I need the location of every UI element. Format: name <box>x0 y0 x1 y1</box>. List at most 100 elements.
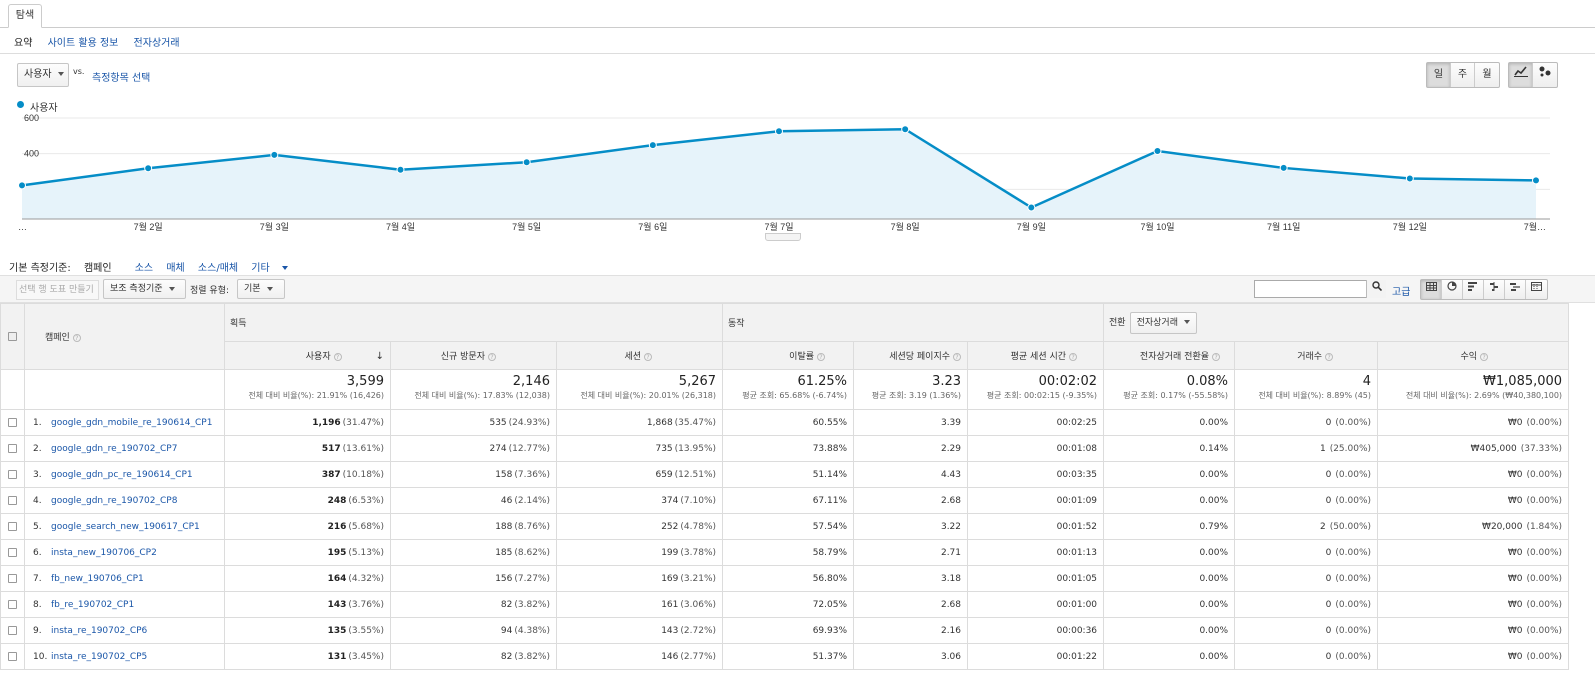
help-icon[interactable]: ? <box>1069 352 1078 361</box>
row-index: 3. <box>33 469 42 480</box>
sort-type-dropdown[interactable]: 기본 <box>237 279 285 299</box>
dimension-option-other[interactable]: 기타 <box>251 263 297 274</box>
bounce-rate-cell: 69.93% <box>722 617 855 644</box>
row-index: 4. <box>33 495 42 506</box>
column-header-new-users[interactable]: 신규 방문자? <box>390 341 557 370</box>
dimension-option-medium[interactable]: 매체 <box>166 263 184 274</box>
campaign-link[interactable]: insta_new_190706_CP2 <box>51 548 157 558</box>
plot-rows-button[interactable]: 선택 행 도표 만들기 <box>16 280 99 300</box>
row-checkbox[interactable] <box>8 521 17 531</box>
secondary-dimension-dropdown[interactable]: 보조 측정기준 <box>103 279 186 299</box>
row-checkbox[interactable] <box>8 469 17 479</box>
campaign-link[interactable]: google_search_new_190617_CP1 <box>51 522 200 532</box>
period-week-button[interactable]: 주 <box>1451 63 1475 87</box>
select-all-checkbox[interactable] <box>8 331 17 341</box>
chart-point <box>396 165 405 174</box>
help-icon[interactable]: ? <box>333 352 342 361</box>
table-view-button-group <box>1420 279 1548 300</box>
chart-point <box>1532 176 1540 185</box>
chart-resize-handle[interactable] <box>765 233 801 241</box>
chevron-down-icon <box>168 286 175 291</box>
bounce-rate-cell: 56.80% <box>722 565 855 592</box>
help-icon[interactable]: ? <box>817 352 826 361</box>
column-header-users[interactable]: 사용자? ↓ <box>224 341 391 370</box>
campaign-link[interactable]: google_gdn_re_190702_CP8 <box>51 496 177 506</box>
new-users-cell: 535 (24.93%) <box>390 409 557 436</box>
row-checkbox[interactable] <box>8 651 17 661</box>
column-header-ecommerce-conversion-rate[interactable]: 전자상거래 전환율? <box>1103 341 1236 370</box>
period-month-button[interactable]: 월 <box>1475 63 1499 87</box>
column-header-revenue[interactable]: 수익? <box>1377 341 1570 370</box>
column-header-pages-per-session[interactable]: 세션당 페이지수? <box>853 341 969 370</box>
period-day-button[interactable]: 일 <box>1427 63 1451 87</box>
comparison-view-icon[interactable] <box>1484 280 1505 299</box>
subtab-ecommerce[interactable]: 전자상거래 <box>134 38 180 49</box>
campaign-cell: 9. insta_re_190702_CP6 <box>24 617 225 644</box>
x-tick-label: … <box>18 222 27 232</box>
pages-per-session-cell: 3.22 <box>853 513 969 540</box>
advanced-filter-link[interactable]: 고급 <box>1392 283 1410 298</box>
dimension-header[interactable]: 캠페인? <box>24 303 225 370</box>
campaign-link[interactable]: google_gdn_mobile_re_190614_CP1 <box>51 418 212 428</box>
help-icon[interactable]: ? <box>1480 352 1489 361</box>
dimension-option-source[interactable]: 소스 <box>135 263 153 274</box>
column-header-transactions[interactable]: 거래수? <box>1234 341 1379 370</box>
pie-chart-view-icon[interactable] <box>1442 280 1463 299</box>
total-pages-per-session: 3.23 평균 조회: 3.19 (1.36%) <box>853 369 969 410</box>
sessions-cell: 199 (3.78%) <box>555 539 724 566</box>
pages-per-session-cell: 2.68 <box>853 591 969 618</box>
data-table-view-icon[interactable] <box>1421 280 1442 299</box>
row-checkbox[interactable] <box>8 443 17 453</box>
subtab-summary[interactable]: 요약 <box>14 38 32 49</box>
avg-session-duration-cell: 00:01:08 <box>967 435 1105 462</box>
term-cloud-view-icon[interactable] <box>1505 280 1526 299</box>
users-cell: 135 (3.55%) <box>224 617 391 644</box>
row-checkbox[interactable] <box>8 495 17 505</box>
new-users-cell: 82 (3.82%) <box>390 591 557 618</box>
motion-chart-icon[interactable] <box>1533 63 1557 87</box>
column-header-sessions[interactable]: 세션? <box>555 341 724 370</box>
users-cell: 1,196 (31.47%) <box>224 409 391 436</box>
row-checkbox[interactable] <box>8 599 17 609</box>
column-header-bounce-rate[interactable]: 이탈률? <box>722 341 855 370</box>
line-chart-icon[interactable] <box>1509 63 1533 87</box>
dimension-option-source-medium[interactable]: 소스/매체 <box>198 263 238 274</box>
help-icon[interactable]: ? <box>953 352 962 361</box>
performance-view-icon[interactable] <box>1463 280 1484 299</box>
row-checkbox[interactable] <box>8 547 17 557</box>
help-icon[interactable]: ? <box>644 352 653 361</box>
column-header-avg-session-duration[interactable]: 평균 세션 시간? <box>967 341 1105 370</box>
row-select-cell <box>0 565 25 592</box>
revenue-cell: ₩0 (0.00%) <box>1377 591 1570 618</box>
new-users-cell: 188 (8.76%) <box>390 513 557 540</box>
campaign-link[interactable]: insta_re_190702_CP5 <box>51 652 147 662</box>
campaign-link[interactable]: insta_re_190702_CP6 <box>51 626 147 636</box>
row-checkbox[interactable] <box>8 417 17 427</box>
campaign-link[interactable]: fb_new_190706_CP1 <box>51 574 144 584</box>
help-icon[interactable]: ? <box>72 333 81 342</box>
campaign-link[interactable]: google_gdn_re_190702_CP7 <box>51 444 177 454</box>
tab-explore[interactable]: 탐색 <box>8 4 42 28</box>
table-row: 4. google_gdn_re_190702_CP8 248 (6.53%) 46… <box>0 487 1570 514</box>
campaign-cell: 8. fb_re_190702_CP1 <box>24 591 225 618</box>
users-line-chart: 200400600 …7월 2일7월 3일7월 4일7월 5일7월 6일7월 7… <box>18 113 1550 232</box>
metric-dropdown[interactable]: 사용자 <box>17 63 69 87</box>
row-checkbox[interactable] <box>8 573 17 583</box>
row-checkbox[interactable] <box>8 625 17 635</box>
search-icon[interactable] <box>1366 280 1386 298</box>
campaign-link[interactable]: fb_re_190702_CP1 <box>51 600 134 610</box>
choose-metric-link[interactable]: 측정항목 선택 <box>92 69 150 84</box>
help-icon[interactable]: ? <box>1212 352 1221 361</box>
subtab-site-usage[interactable]: 사이트 활용 정보 <box>48 38 119 49</box>
conversion-goal-dropdown[interactable]: 전자상거래 <box>1129 311 1197 334</box>
campaign-report-table: 캠페인? 획득 동작 전환 전자상거래 사용자? ↓ 신규 방문자? 세션? 이탈률… <box>0 303 1570 670</box>
pivot-view-icon[interactable] <box>1526 280 1547 299</box>
sessions-cell: 252 (4.78%) <box>555 513 724 540</box>
avg-session-duration-cell: 00:01:09 <box>967 487 1105 514</box>
help-icon[interactable]: ? <box>488 352 496 361</box>
totals-row: 3,599 전체 대비 비율(%): 21.91% (16,426) 2,146 전… <box>0 369 1570 410</box>
campaign-link[interactable]: google_gdn_pc_re_190614_CP1 <box>51 470 193 480</box>
conversion-rate-cell: 0.00% <box>1103 565 1236 592</box>
avg-session-duration-cell: 00:02:25 <box>967 409 1105 436</box>
help-icon[interactable]: ? <box>1325 352 1334 361</box>
